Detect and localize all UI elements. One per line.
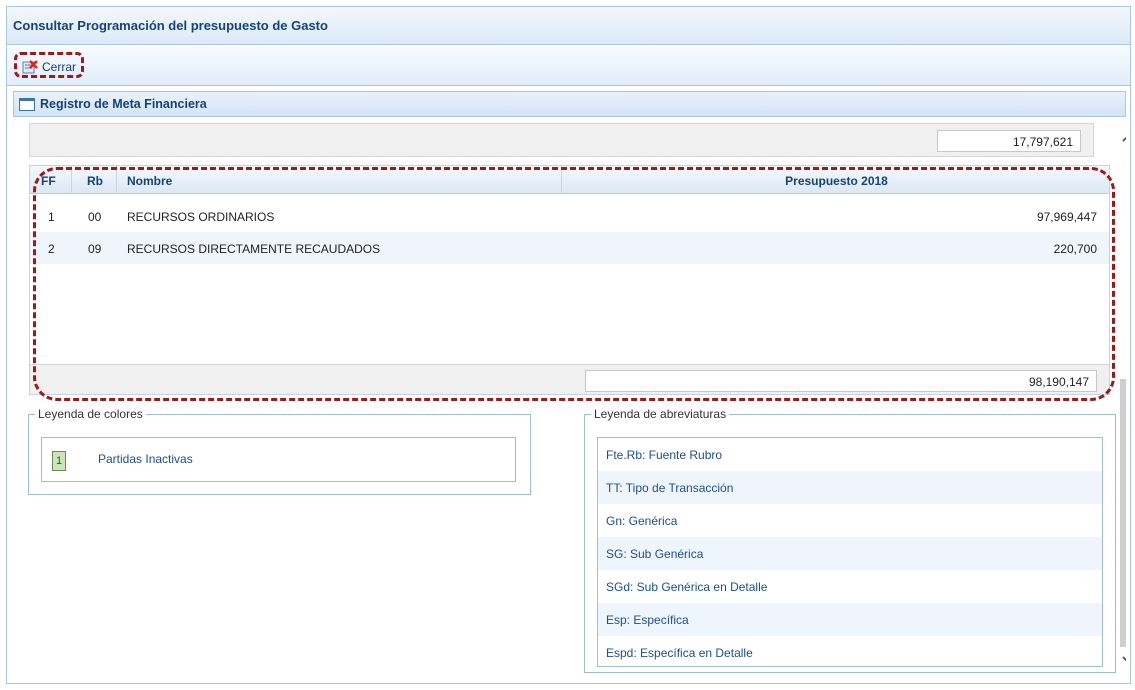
top-total-strip: 17,797,621 [29,123,1094,157]
scrollbar-thumb[interactable] [1120,379,1126,647]
color-legend-box: 1 Partidas Inactivas [41,437,516,482]
vertical-scrollbar[interactable] [1117,123,1126,673]
inactive-label: Partidas Inactivas [98,452,193,466]
cell-ff: 2 [48,242,55,256]
grid-footer: 98,190,147 [30,364,1109,394]
list-item: TT: Tipo de Transacción [598,471,1102,504]
grid-total-field: 98,190,147 [585,370,1097,392]
main-window: Consultar Programación del presupuesto d… [6,6,1131,684]
cell-presupuesto: 97,969,447 [1036,210,1097,224]
section-title: Registro de Meta Financiera [40,97,207,111]
column-rb[interactable]: Rb [72,166,117,194]
abbreviation-legend-title: Leyenda de abreviaturas [594,407,727,421]
cell-ff: 1 [48,210,55,224]
budget-grid: FF Rb Nombre Presupuesto 2018 1 00 RECUR… [29,165,1110,395]
close-button[interactable]: Cerrar [14,52,85,78]
list-item: Gn: Genérica [606,514,678,528]
window-icon [19,98,35,111]
column-ff[interactable]: FF [30,166,72,194]
toolbar: Cerrar [7,46,1130,86]
close-button-label: Cerrar [42,60,77,74]
cell-presupuesto: 220,700 [1053,242,1097,256]
abbreviation-legend: Leyenda de abreviaturas Fte.Rb: Fuente R… [584,407,1116,673]
cell-nombre: RECURSOS DIRECTAMENTE RECAUDADOS [127,242,381,256]
top-total-field: 17,797,621 [937,130,1081,152]
cell-nombre: RECURSOS ORDINARIOS [127,210,275,224]
abbreviation-list: Fte.Rb: Fuente Rubro TT: Tipo de Transac… [597,437,1103,667]
list-item: SGd: Sub Genérica en Detalle [606,580,768,594]
section-header: Registro de Meta Financiera [13,91,1126,117]
chevron-up-icon[interactable] [1121,131,1126,145]
grid-header: FF Rb Nombre Presupuesto 2018 [30,166,1109,194]
list-item: SG: Sub Genérica [598,537,1102,570]
color-legend: Leyenda de colores 1 Partidas Inactivas [28,407,531,495]
list-item: Esp: Específica [598,603,1102,636]
inactive-swatch: 1 [52,451,66,471]
column-nombre[interactable]: Nombre [117,166,562,194]
cell-rb: 00 [88,210,102,224]
column-presupuesto[interactable]: Presupuesto 2018 [562,166,1111,194]
cell-rb: 09 [88,242,102,256]
table-row[interactable]: 1 00 RECURSOS ORDINARIOS 97,969,447 [30,200,1109,232]
list-item: Fte.Rb: Fuente Rubro [606,448,723,462]
chevron-down-icon[interactable] [1121,653,1126,667]
close-doc-icon [22,60,38,74]
table-row[interactable]: 2 09 RECURSOS DIRECTAMENTE RECAUDADOS 22… [30,232,1109,264]
content-area: 17,797,621 FF Rb Nombre Presupuesto 2018… [13,117,1126,685]
list-item: Espd: Específica en Detalle [606,646,753,660]
color-legend-title: Leyenda de colores [38,407,143,421]
window-title: Consultar Programación del presupuesto d… [7,7,1130,45]
